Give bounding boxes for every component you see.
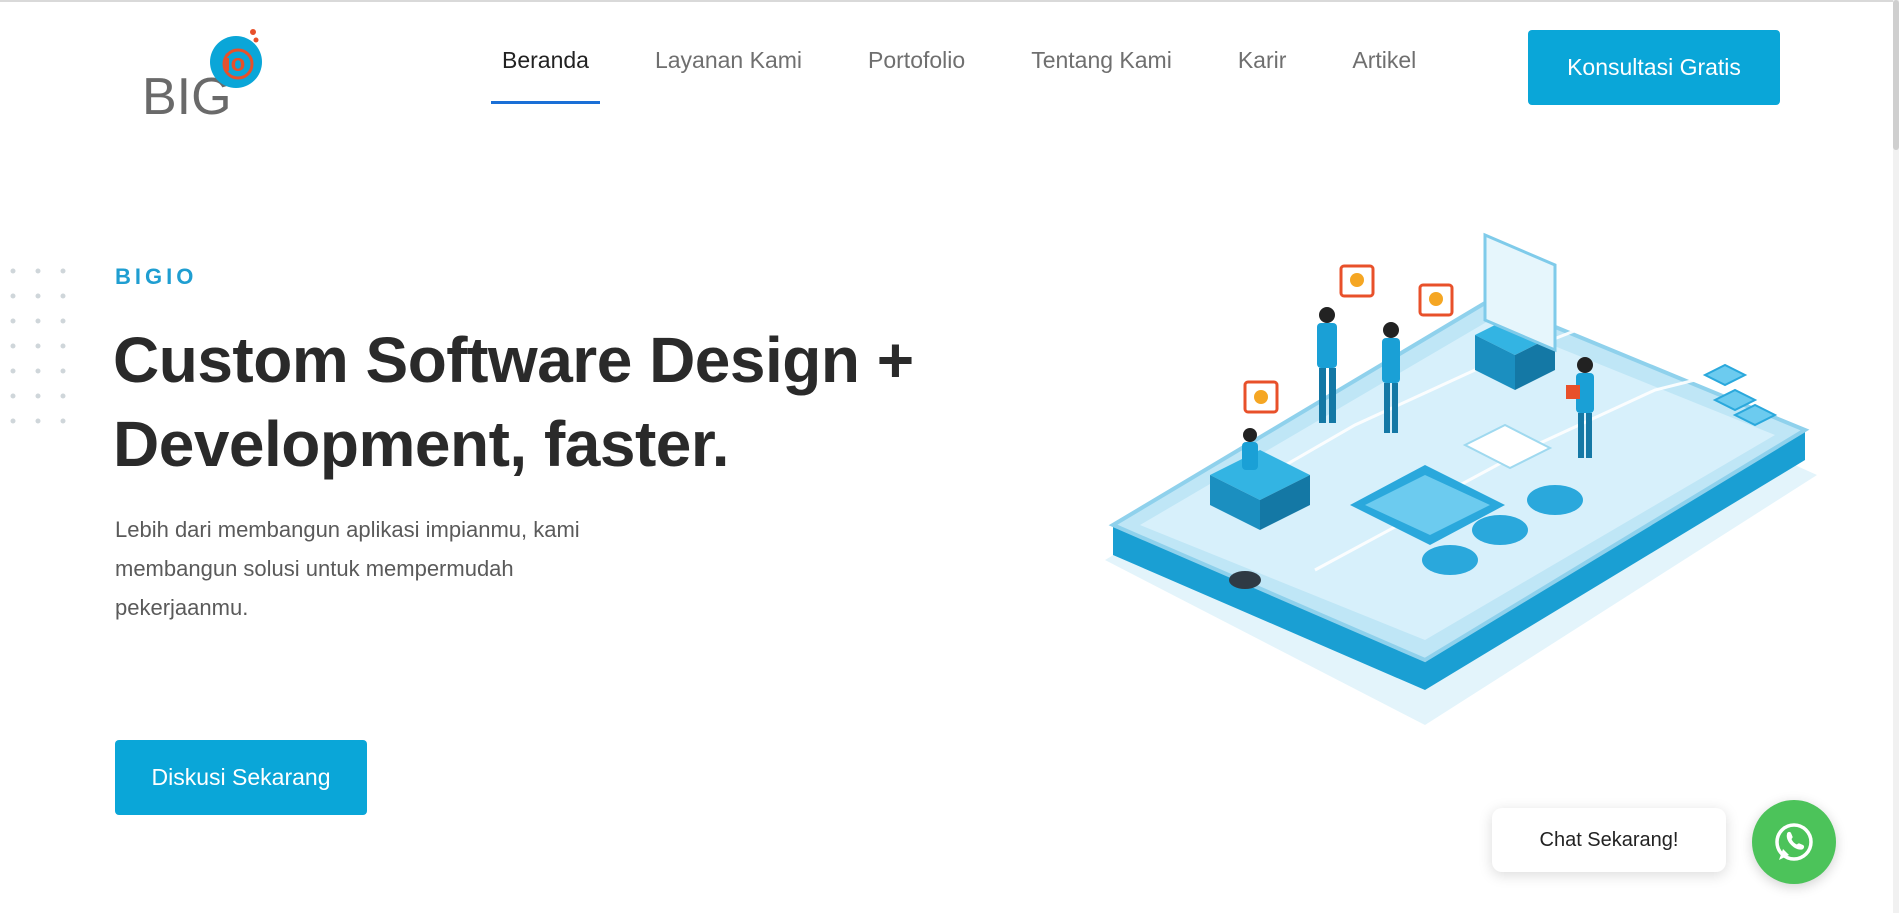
logo-badge-text: io xyxy=(224,50,245,77)
konsultasi-gratis-button[interactable]: Konsultasi Gratis xyxy=(1528,30,1780,105)
nav-item-beranda[interactable]: Beranda xyxy=(491,10,600,110)
hero-lead-line1: Lebih dari membangun aplikasi impianmu, … xyxy=(115,517,580,542)
whatsapp-icon xyxy=(1775,823,1813,861)
nav-item-label: Beranda xyxy=(502,46,589,73)
main-nav: Beranda Layanan Kami Portofolio Tentang … xyxy=(491,0,1471,120)
dot-grid-decoration xyxy=(10,268,66,424)
hero-lead: Lebih dari membangun aplikasi impianmu, … xyxy=(115,510,715,627)
nav-item-layanan-kami[interactable]: Layanan Kami xyxy=(644,10,813,110)
hero-headline: Custom Software Design + Development, fa… xyxy=(113,318,973,486)
nav-item-artikel[interactable]: Artikel xyxy=(1341,10,1427,110)
nav-item-label: Karir xyxy=(1237,46,1287,73)
logo-dot xyxy=(250,29,256,35)
hero-lead-line2: membangun solusi untuk mempermudah xyxy=(115,556,514,581)
whatsapp-button[interactable] xyxy=(1752,800,1836,884)
nav-item-label: Tentang Kami xyxy=(1031,46,1172,73)
nav-item-portofolio[interactable]: Portofolio xyxy=(857,10,976,110)
diskusi-sekarang-button[interactable]: Diskusi Sekarang xyxy=(115,740,367,815)
nav-item-tentang-kami[interactable]: Tentang Kami xyxy=(1020,10,1183,110)
isometric-phone-illustration xyxy=(1105,232,1817,725)
bigio-logo[interactable]: BIG io xyxy=(140,24,270,120)
scrollbar-thumb[interactable] xyxy=(1893,0,1899,150)
nav-item-label: Artikel xyxy=(1352,46,1417,73)
nav-item-label: Portofolio xyxy=(868,46,966,73)
hero-headline-line2: Development, faster. xyxy=(113,408,730,480)
hero-lead-line3: pekerjaanmu. xyxy=(115,595,249,620)
chat-sekarang-button[interactable]: Chat Sekarang! xyxy=(1492,808,1726,872)
scrollbar[interactable] xyxy=(1893,0,1899,913)
logo-dot xyxy=(253,37,259,43)
hero-headline-line1: Custom Software Design + xyxy=(113,324,914,396)
nav-item-karir[interactable]: Karir xyxy=(1227,10,1298,110)
nav-item-label: Layanan Kami xyxy=(654,46,803,73)
hero-eyebrow: BIGIO xyxy=(115,264,198,289)
